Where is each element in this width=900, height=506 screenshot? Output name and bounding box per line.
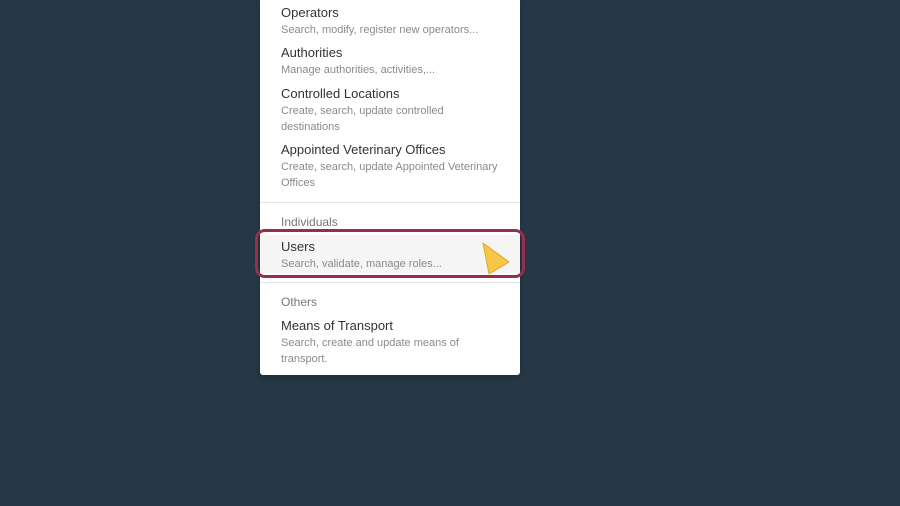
menu-item-users[interactable]: Users Search, validate, manage roles... [260,235,520,273]
menu-item-description: Search, create and update means of trans… [281,335,504,367]
menu-item-description-line: Offices [281,177,316,189]
menu-divider [260,282,520,283]
menu-item-description: Create, search, update Appointed Veterin… [281,159,504,191]
menu-item-title: Authorities [281,45,343,60]
section-header-others: Others [281,295,318,309]
menu-item-description: Create, search, update controlled destin… [281,103,504,135]
menu-item-title: Appointed Veterinary Offices [281,142,446,157]
menu-item-description: Manage authorities, activities,... [281,64,436,76]
menu-item-title: Means of Transport [281,318,393,333]
menu-item-description: Search, modify, register new operators..… [281,24,479,36]
menu-item-description-line: Search, create and update means of [281,337,459,349]
menu-item-description: Search, validate, manage roles... [281,258,442,270]
menu-item-description-line: Create, search, update Appointed Veterin… [281,161,498,173]
menu-item-title: Controlled Locations [281,86,400,101]
menu-item-description-line: transport. [281,353,328,365]
menu-item-title: Operators [281,5,339,20]
menu-item-operators[interactable]: Operators Search, modify, register new o… [260,4,520,38]
menu-item-title: Users [281,239,315,254]
menu-item-means-of-transport[interactable]: Means of Transport Search, create and up… [260,317,520,367]
menu-item-controlled-locations[interactable]: Controlled Locations Create, search, upd… [260,85,520,135]
menu-item-appointed-veterinary-offices[interactable]: Appointed Veterinary Offices Create, sea… [260,141,520,191]
menu-item-description-line: Create, search, update controlled [281,105,444,117]
menu-divider [260,202,520,203]
menu-item-authorities[interactable]: Authorities Manage authorities, activiti… [260,44,520,78]
section-header-individuals: Individuals [281,215,338,229]
navigation-dropdown-menu: Operators Search, modify, register new o… [260,0,520,375]
menu-item-description-line: destinations [281,121,340,133]
